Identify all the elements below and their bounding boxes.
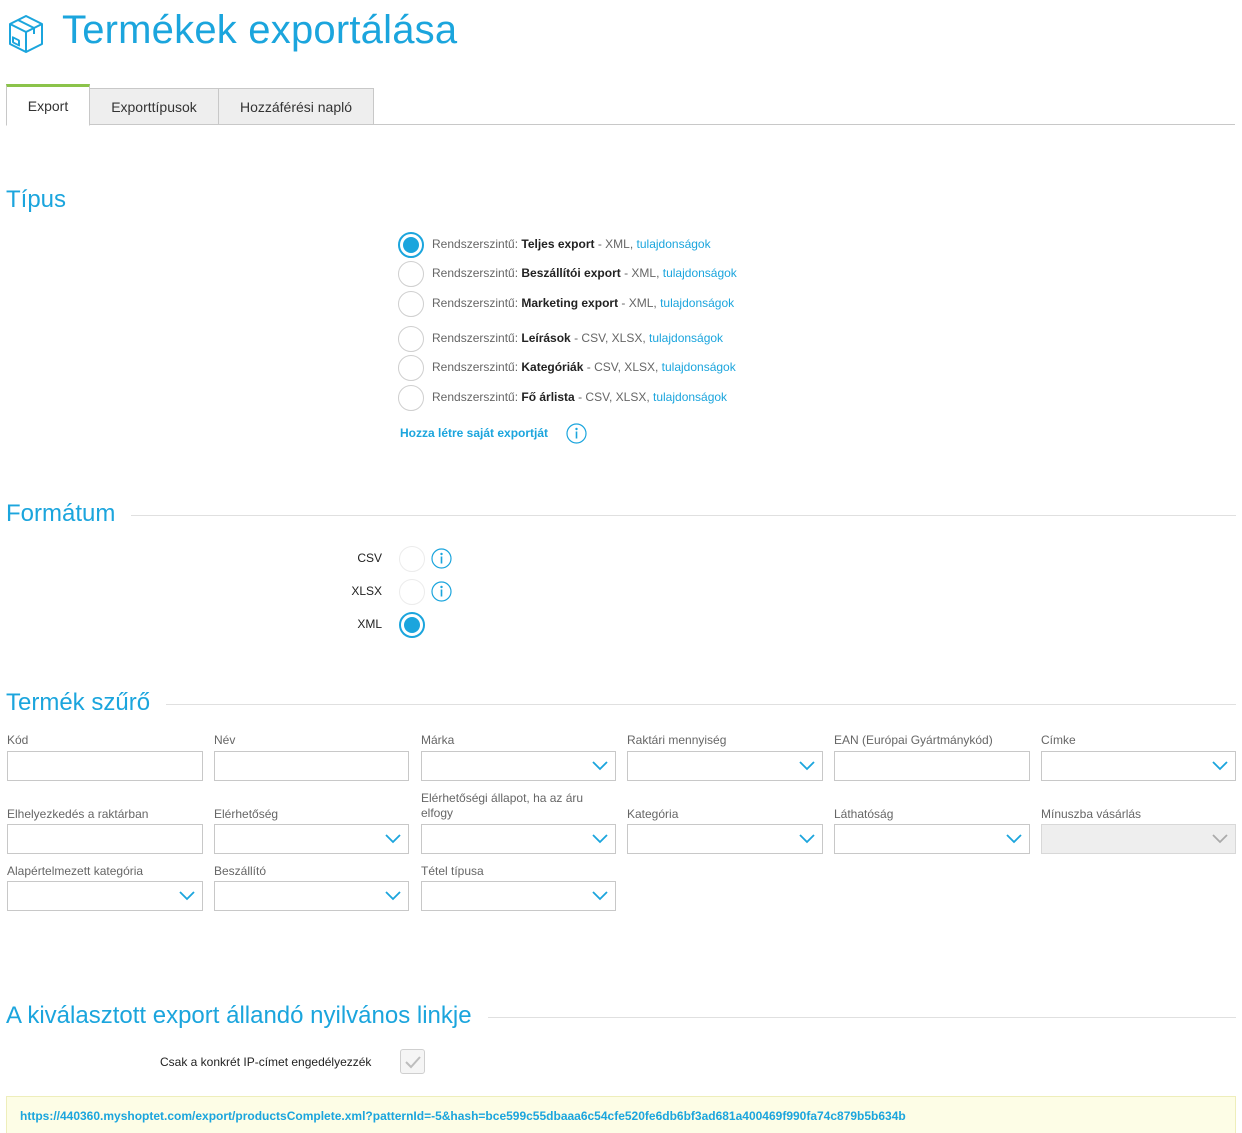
stock-quantity-select[interactable] (627, 751, 823, 781)
format-label-xml: XML (357, 617, 382, 631)
default-category-label: Alapértelmezett kategória (7, 864, 144, 878)
out-of-stock-availability-label: Elérhetőségi állapot, ha az áru elfogy (421, 791, 584, 820)
public-url-box: https://440360.myshoptet.com/export/prod… (6, 1096, 1236, 1133)
negative-stock-purchase-select (1041, 824, 1236, 854)
category-label: Kategória (627, 807, 679, 821)
filter-section-title: Termék szűrő (6, 689, 167, 717)
chevron-down-icon (592, 891, 608, 901)
properties-link[interactable]: tulajdonságok (649, 331, 723, 345)
ean-label: EAN (Európai Gyártmánykód) (834, 733, 993, 747)
properties-link[interactable]: tulajdonságok (637, 237, 711, 251)
type-radio-marketing-export[interactable] (398, 291, 424, 317)
info-icon[interactable] (566, 423, 587, 444)
format-radio-csv[interactable] (399, 546, 425, 572)
chevron-down-icon (799, 834, 815, 844)
item-type-select[interactable] (421, 881, 616, 911)
default-category-select[interactable] (7, 881, 203, 911)
public-export-url[interactable]: https://440360.myshoptet.com/export/prod… (20, 1109, 906, 1123)
availability-select[interactable] (214, 824, 409, 854)
type-option-categories: Rendszerszintű: Kategóriák - CSV, XLSX, … (432, 360, 736, 374)
box-icon (9, 15, 43, 53)
properties-link[interactable]: tulajdonságok (662, 360, 736, 374)
info-icon[interactable] (431, 548, 452, 569)
type-radio-main-pricelist[interactable] (398, 385, 424, 411)
chevron-down-icon (1212, 834, 1228, 844)
section-divider (6, 515, 1236, 516)
visibility-select[interactable] (834, 824, 1030, 854)
type-option-supplier-export: Rendszerszintű: Beszállítói export - XML… (432, 266, 737, 280)
ip-restriction-label: Csak a konkrét IP-címet engedélyezzék (160, 1055, 372, 1069)
tab-export[interactable]: Export (6, 84, 90, 126)
name-label: Név (214, 733, 236, 747)
type-option-marketing-export: Rendszerszintű: Marketing export - XML, … (432, 296, 735, 310)
type-radio-supplier-export[interactable] (398, 261, 424, 287)
format-label-xlsx: XLSX (351, 584, 382, 598)
type-radio-descriptions[interactable] (398, 326, 424, 352)
page-title: Termékek exportálása (62, 8, 458, 52)
section-divider (6, 704, 1236, 705)
item-type-label: Tétel típusa (421, 864, 484, 878)
warehouse-location-input[interactable] (7, 824, 203, 854)
negative-stock-purchase-label: Mínuszba vásárlás (1041, 807, 1142, 821)
chevron-down-icon (179, 891, 195, 901)
checkmark-icon (405, 1056, 421, 1069)
out-of-stock-availability-select[interactable] (421, 824, 616, 854)
type-section-title: Típus (6, 186, 83, 214)
format-radio-xml[interactable] (399, 612, 425, 638)
create-own-export-link[interactable]: Hozza létre saját exportját (400, 426, 548, 440)
type-option-descriptions: Rendszerszintű: Leírások - CSV, XLSX, tu… (432, 331, 724, 345)
code-input[interactable] (7, 751, 203, 781)
name-input[interactable] (214, 751, 409, 781)
ean-input[interactable] (834, 751, 1030, 781)
properties-link[interactable]: tulajdonságok (653, 390, 727, 404)
type-option-main-pricelist: Rendszerszintű: Fő árlista - CSV, XLSX, … (432, 390, 728, 404)
ip-restriction-checkbox[interactable] (400, 1049, 425, 1074)
chevron-down-icon (1212, 761, 1228, 771)
tab-export-types[interactable]: Exporttípusok (89, 88, 219, 125)
visibility-label: Láthatóság (834, 807, 894, 821)
tag-select[interactable] (1041, 751, 1236, 781)
tab-access-log[interactable]: Hozzáférési napló (218, 88, 374, 125)
type-radio-categories[interactable] (398, 355, 424, 381)
category-select[interactable] (627, 824, 823, 854)
brand-label: Márka (421, 733, 455, 747)
availability-label: Elérhetőség (214, 807, 279, 821)
brand-select[interactable] (421, 751, 616, 781)
format-radio-xlsx[interactable] (399, 579, 425, 605)
chevron-down-icon (385, 891, 401, 901)
properties-link[interactable]: tulajdonságok (660, 296, 734, 310)
tab-bar: Export Exporttípusok Hozzáférési napló (6, 84, 1235, 126)
chevron-down-icon (799, 761, 815, 771)
chevron-down-icon (385, 834, 401, 844)
type-radio-full-export[interactable] (398, 232, 424, 258)
warehouse-location-label: Elhelyezkedés a raktárban (7, 807, 149, 821)
properties-link[interactable]: tulajdonságok (663, 266, 737, 280)
supplier-select[interactable] (214, 881, 409, 911)
chevron-down-icon (1006, 834, 1022, 844)
stock-quantity-label: Raktári mennyiség (627, 733, 727, 747)
info-icon[interactable] (431, 581, 452, 602)
format-section-title: Formátum (6, 500, 132, 528)
public-link-section-title: A kiválasztott export állandó nyilvános … (6, 1002, 488, 1030)
supplier-label: Beszállító (214, 864, 267, 878)
type-option-full-export: Rendszerszintű: Teljes export - XML, tul… (432, 237, 711, 251)
tag-label: Címke (1041, 733, 1076, 747)
format-label-csv: CSV (357, 551, 382, 565)
chevron-down-icon (592, 761, 608, 771)
code-label: Kód (7, 733, 29, 747)
chevron-down-icon (592, 834, 608, 844)
